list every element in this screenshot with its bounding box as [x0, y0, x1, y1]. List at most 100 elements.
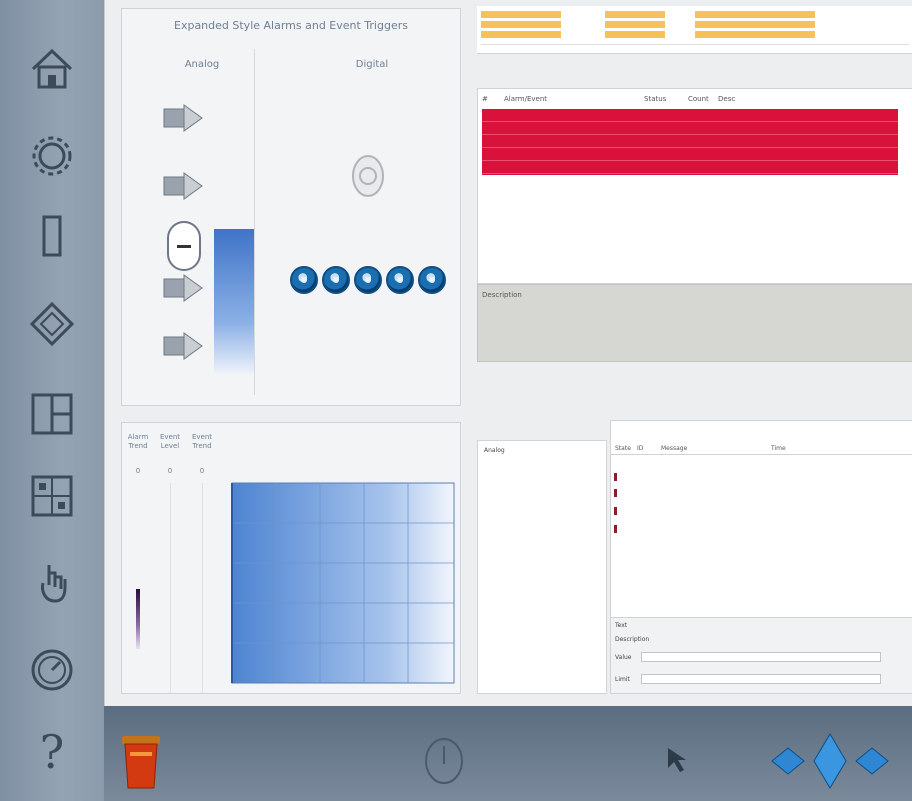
settings-button[interactable]: [22, 126, 82, 186]
home-icon: [31, 48, 73, 89]
toolbar-divider: [481, 44, 909, 50]
list-item[interactable]: [611, 477, 912, 486]
list-item[interactable]: [611, 531, 912, 540]
toolbar-chip[interactable]: [605, 30, 665, 38]
grid-button[interactable]: [22, 466, 82, 526]
trend-plot: [231, 482, 455, 684]
limit-field[interactable]: [641, 674, 881, 684]
list-item[interactable]: [611, 495, 912, 504]
list-item[interactable]: [611, 468, 912, 477]
footer-label: Description: [615, 636, 650, 643]
trend-chart-panel: Alarm Trend Event Level Event Trend 0 0 …: [121, 422, 461, 694]
trash-icon[interactable]: [118, 730, 164, 792]
toolbar-chip[interactable]: [695, 30, 815, 38]
list-item[interactable]: [611, 522, 912, 531]
toolbar-row: [481, 20, 815, 28]
analog-input-arrow-icon[interactable]: [162, 101, 206, 135]
gear-icon: [32, 136, 72, 176]
table-row[interactable]: [482, 148, 898, 161]
hand-pointer-icon: [41, 565, 67, 603]
list-item[interactable]: [611, 504, 912, 513]
chart-tick: 0: [135, 467, 141, 475]
tree-item[interactable]: Analog: [478, 447, 606, 455]
layout-button[interactable]: [22, 384, 82, 444]
alarm-rows: [482, 109, 898, 175]
toolbar-row: [481, 30, 815, 38]
interact-button[interactable]: [22, 552, 82, 612]
alarm-toolbar: [477, 6, 912, 54]
rectangle-icon: [42, 215, 62, 257]
table-row[interactable]: [482, 161, 898, 174]
table-row[interactable]: [482, 109, 898, 122]
analog-level-bar: [214, 229, 254, 374]
column-divider: [202, 483, 203, 693]
analog-input-arrow-icon[interactable]: [162, 329, 206, 363]
diamond-icon: [29, 301, 75, 347]
home-button[interactable]: [22, 38, 82, 98]
event-detail-footer: Text Description Value Limit: [611, 617, 912, 693]
tag-tree: Analog: [477, 440, 607, 694]
diagram-button[interactable]: [22, 294, 82, 354]
detail-label: Description: [482, 291, 522, 299]
digital-knob[interactable]: [418, 266, 446, 294]
analog-selector-pill[interactable]: [167, 221, 201, 271]
column-header[interactable]: Time: [767, 445, 887, 454]
toolbar-chip[interactable]: [605, 10, 665, 18]
level-indicator: [136, 589, 140, 649]
toolbar-row: [481, 10, 815, 18]
analog-input-arrow-icon[interactable]: [162, 169, 206, 203]
bottom-bar: [104, 706, 912, 801]
digital-knob[interactable]: [386, 266, 414, 294]
table-header: # Alarm/Event Status Count Desc: [478, 95, 912, 107]
help-button[interactable]: ?: [22, 722, 82, 782]
digital-label: Digital: [355, 59, 389, 70]
column-header[interactable]: Desc: [714, 95, 874, 107]
table-row[interactable]: [482, 122, 898, 135]
digital-knob[interactable]: [322, 266, 350, 294]
field-label: Limit: [615, 676, 630, 683]
analog-label: Analog: [184, 59, 220, 70]
alarm-trigger-panel: Expanded Style Alarms and Event Triggers…: [121, 8, 461, 406]
list-header: State ID Message Time: [611, 445, 912, 455]
analog-input-arrow-icon[interactable]: [162, 271, 206, 305]
footer-label: Text: [615, 622, 628, 629]
pointer-icon[interactable]: [664, 744, 690, 774]
toolbar-chip[interactable]: [481, 10, 561, 18]
alarm-table: # Alarm/Event Status Count Desc: [477, 88, 912, 284]
chart-tick: 0: [199, 467, 205, 475]
value-field[interactable]: [641, 652, 881, 662]
toolbar-chip[interactable]: [481, 30, 561, 38]
column-header[interactable]: ID: [633, 445, 657, 454]
list-item[interactable]: [611, 513, 912, 522]
column-header[interactable]: Alarm/Event: [500, 95, 640, 107]
nav-rail: ?: [0, 0, 104, 801]
digital-knob[interactable]: [290, 266, 318, 294]
toolbar-chip[interactable]: [695, 20, 815, 28]
panel-title: Expanded Style Alarms and Event Triggers: [174, 19, 408, 32]
arrow-navigation-icon[interactable]: [768, 728, 912, 794]
list-item[interactable]: [611, 486, 912, 495]
window-layout-icon: [31, 393, 73, 435]
column-header[interactable]: Message: [657, 445, 767, 454]
main-panel: Expanded Style Alarms and Event Triggers…: [104, 0, 912, 706]
field-label: Value: [615, 654, 632, 661]
gauge-icon: [31, 649, 73, 691]
detail-band: Description: [477, 284, 912, 362]
event-toolbar: [477, 364, 912, 404]
digital-status-icon: [352, 155, 384, 197]
column-header[interactable]: #: [478, 95, 500, 107]
column-header[interactable]: State: [611, 445, 633, 454]
toolbar-chip[interactable]: [695, 10, 815, 18]
gauge-button[interactable]: [22, 640, 82, 700]
power-icon[interactable]: [422, 734, 466, 788]
chart-label: Event Trend: [191, 433, 213, 450]
device-button[interactable]: [22, 206, 82, 266]
toolbar-chip[interactable]: [605, 20, 665, 28]
digital-knob[interactable]: [354, 266, 382, 294]
chart-label: Alarm Trend: [127, 433, 149, 450]
toolbar-chip[interactable]: [481, 20, 561, 28]
table-row[interactable]: [482, 135, 898, 148]
column-header[interactable]: Count: [684, 95, 714, 107]
column-header[interactable]: Status: [640, 95, 684, 107]
list-item[interactable]: [611, 459, 912, 468]
